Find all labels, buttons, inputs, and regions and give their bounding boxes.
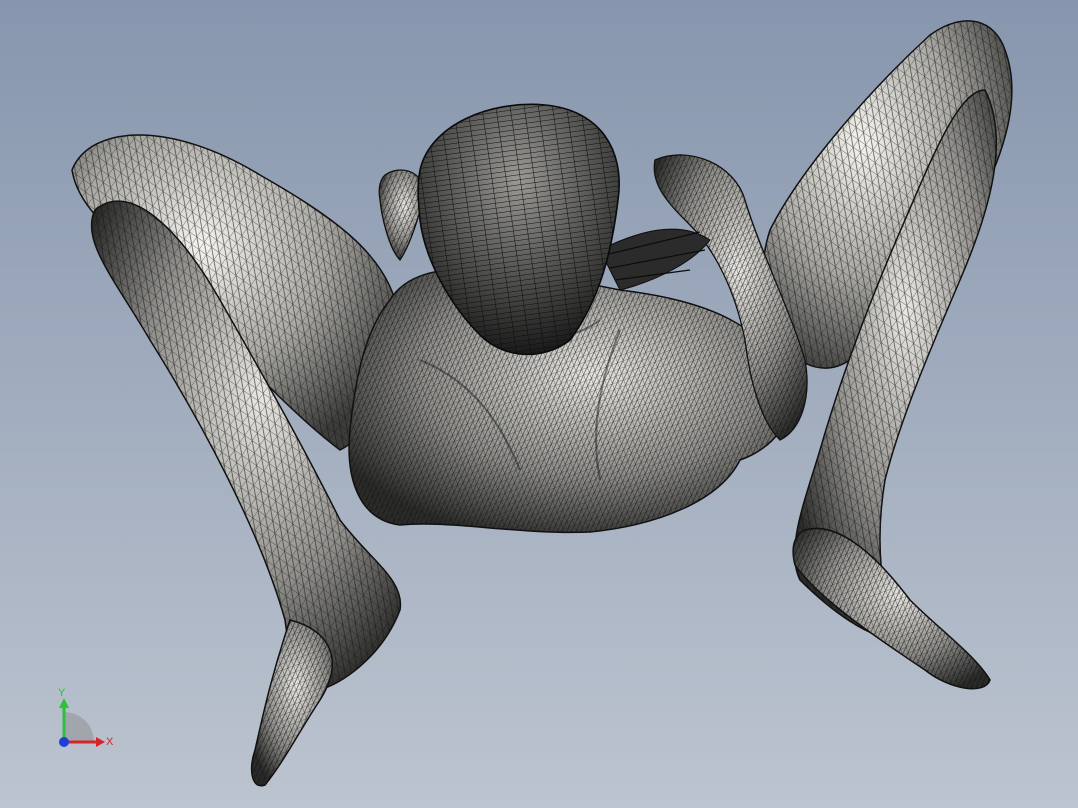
graphics-viewport[interactable]: Y X	[0, 0, 1078, 808]
left-foot	[250, 619, 333, 787]
hair-strands	[599, 228, 711, 291]
y-axis-label: Y	[58, 687, 66, 699]
right-foot	[792, 527, 991, 690]
x-axis-label: X	[106, 736, 114, 748]
mesh-model[interactable]	[0, 0, 1078, 808]
z-axis-dot	[59, 737, 69, 747]
axis-triad: Y X	[58, 687, 114, 748]
